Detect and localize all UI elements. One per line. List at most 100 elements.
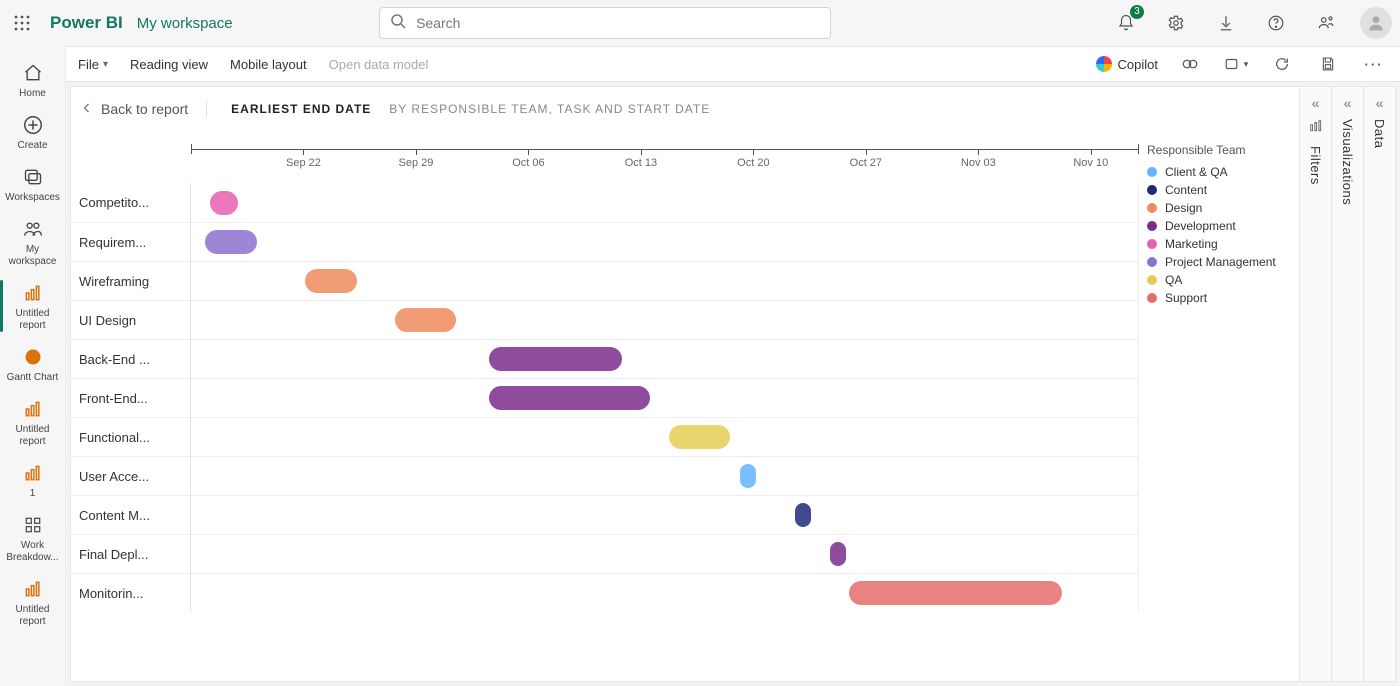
open-data-model-button: Open data model [329,57,429,72]
task-row[interactable]: Back-End ... [71,339,1139,378]
task-bar[interactable] [205,230,257,254]
search-box[interactable] [379,7,831,39]
help-icon[interactable] [1260,7,1292,39]
save-icon[interactable] [1314,50,1342,78]
legend-label: Marketing [1165,237,1218,251]
expand-viz-icon[interactable]: « [1344,95,1352,111]
reading-view-button[interactable]: Reading view [130,57,208,72]
rail-label: Create [17,140,47,152]
task-track [191,340,1138,378]
task-row[interactable]: Functional... [71,417,1139,456]
rail-item-untitled-report-1[interactable]: Untitled report [0,274,65,338]
top-right-icons: 3 [1110,7,1392,39]
rail-item-untitled-report-2[interactable]: Untitled report [0,390,65,454]
rail-item-create[interactable]: Create [0,106,65,158]
legend-item[interactable]: Support [1147,289,1287,307]
legend-item[interactable]: Content [1147,181,1287,199]
task-label: Front-End... [71,379,191,417]
refresh-icon[interactable] [1268,50,1296,78]
legend-label: Project Management [1165,255,1276,269]
rail-label: Gantt Chart [7,372,59,384]
task-bar[interactable] [795,503,811,527]
task-label: User Acce... [71,457,191,495]
create-icon [20,112,46,138]
axis-tick-label: Sep 22 [286,157,321,169]
rail-item-gantt-chart[interactable]: Gantt Chart [0,338,65,390]
legend-swatch [1147,257,1157,267]
task-bar[interactable] [489,386,650,410]
rail-label: Home [19,88,46,100]
mobile-layout-button[interactable]: Mobile layout [230,57,307,72]
task-row[interactable]: UI Design [71,300,1139,339]
layout-icon[interactable]: ▾ [1222,50,1250,78]
expand-filters-icon[interactable]: « [1312,95,1320,111]
report-canvas: ··· Back to report EARLIEST END DATE BY … [70,86,1396,682]
back-to-report-button[interactable]: Back to report [81,101,207,117]
task-bar[interactable] [669,425,730,449]
task-row[interactable]: Competito... [71,183,1139,222]
legend-swatch [1147,167,1157,177]
download-icon[interactable] [1210,7,1242,39]
user-avatar[interactable] [1360,7,1392,39]
report-toolbar: File ▾ Reading view Mobile layout Open d… [66,46,1400,82]
legend-item[interactable]: Development [1147,217,1287,235]
task-row[interactable]: Requirem... [71,222,1139,261]
chart-header: Back to report EARLIEST END DATE BY RESP… [81,101,710,117]
task-row[interactable]: Final Depl... [71,534,1139,573]
file-menu[interactable]: File ▾ [78,57,108,72]
task-label: Content M... [71,496,191,534]
task-row[interactable]: Monitorin... [71,573,1139,612]
workspace-name[interactable]: My workspace [137,15,233,32]
task-row[interactable]: Content M... [71,495,1139,534]
task-row[interactable]: User Acce... [71,456,1139,495]
task-bar[interactable] [210,191,238,215]
rail-item-work-breakdown[interactable]: Work Breakdow... [0,506,65,570]
legend-swatch [1147,293,1157,303]
rail-item-untitled-report-3[interactable]: Untitled report [0,570,65,634]
legend-swatch [1147,275,1157,285]
chevron-down-icon: ▾ [1244,59,1249,70]
task-bar[interactable] [395,308,457,332]
rail-label: Work Breakdow... [2,540,63,564]
legend-item[interactable]: Client & QA [1147,163,1287,181]
task-track [191,535,1138,573]
copilot-button[interactable]: Copilot [1096,56,1158,72]
legend-item[interactable]: Marketing [1147,235,1287,253]
visualizations-pane-collapsed[interactable]: « Visualizations [1331,87,1363,681]
legend-item[interactable]: QA [1147,271,1287,289]
task-row[interactable]: Front-End... [71,378,1139,417]
settings-icon[interactable] [1160,7,1192,39]
task-bar[interactable] [305,269,357,293]
legend-item[interactable]: Project Management [1147,253,1287,271]
search-container [379,7,831,39]
task-label: Requirem... [71,223,191,261]
canvas-wrap: ··· Back to report EARLIEST END DATE BY … [66,82,1400,686]
copilot-logo-icon [1096,56,1112,72]
filters-pane-collapsed[interactable]: « Filters [1299,87,1331,681]
lens-icon[interactable] [1176,50,1204,78]
legend: Responsible Team Client & QAContentDesig… [1147,143,1287,307]
task-bar[interactable] [830,542,846,566]
rail-item-workspaces[interactable]: Workspaces [0,158,65,210]
rail-item-home[interactable]: Home [0,54,65,106]
rail-item-my-workspace[interactable]: My workspace [0,210,65,274]
app-launcher-icon[interactable] [8,9,36,37]
axis-tick-label: Oct 27 [850,157,882,169]
task-label: Back-End ... [71,340,191,378]
task-bar[interactable] [489,347,622,371]
legend-swatch [1147,185,1157,195]
feedback-icon[interactable] [1310,7,1342,39]
task-row[interactable]: Wireframing [71,261,1139,300]
gantt-chart-visual[interactable]: Sep 22Sep 29Oct 06Oct 13Oct 20Oct 27Nov … [71,143,1299,671]
notifications-icon[interactable]: 3 [1110,7,1142,39]
data-pane-collapsed[interactable]: « Data [1363,87,1395,681]
task-bar[interactable] [740,464,756,488]
search-input[interactable] [414,14,820,32]
expand-data-icon[interactable]: « [1376,95,1384,111]
task-bar[interactable] [849,581,1062,605]
legend-item[interactable]: Design [1147,199,1287,217]
axis-tick-label: Oct 13 [625,157,657,169]
more-icon[interactable]: ··· [1360,50,1388,78]
rail-item-one[interactable]: 1 [0,454,65,506]
task-track [191,418,1138,456]
